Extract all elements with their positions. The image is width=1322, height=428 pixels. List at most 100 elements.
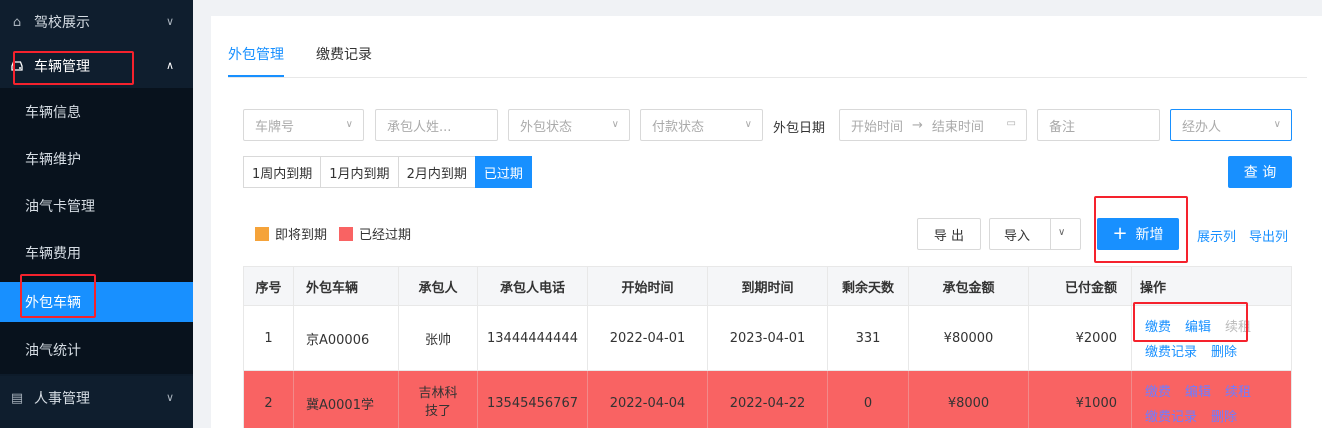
menu-group-label: 车辆管理: [34, 59, 90, 75]
chevron-down-icon[interactable]: ∨: [1058, 227, 1065, 238]
outsource-status-select[interactable]: 外包状态 ∨: [508, 109, 630, 141]
pay-link[interactable]: 缴费: [1145, 316, 1171, 335]
placeholder: 外包状态: [520, 119, 573, 135]
date-range-picker[interactable]: 开始时间 → 结束时间 ▭: [839, 109, 1027, 141]
header-cell: 序号: [244, 267, 294, 305]
sidebar-item-label: 车辆维护: [25, 152, 81, 168]
row-actions: 缴费 编辑 续租 缴费记录 删除: [1131, 306, 1293, 370]
sidebar: ⌂ 驾校展示 ∨ 车辆管理 ∧ 车辆信息 车辆维护 油气卡管理 车辆费用 外包车…: [0, 0, 193, 428]
cell-days: 331: [828, 306, 909, 370]
cell-paid: ¥1000: [1029, 371, 1132, 428]
calendar-icon: ▭: [1006, 118, 1016, 129]
range-1-month[interactable]: 1月内到期: [320, 156, 399, 188]
main-panel: 外包管理 缴费记录 车牌号 ∨ 承包人姓... 外包状态 ∨ 付款状态 ∨ 外包…: [211, 16, 1322, 428]
export-columns-link[interactable]: 导出列: [1249, 226, 1288, 245]
add-label: 新增: [1135, 227, 1164, 243]
chevron-down-icon: ∨: [165, 390, 175, 404]
sidebar-item-vehicle-maintenance[interactable]: 车辆维护: [0, 135, 193, 183]
delete-link[interactable]: 删除: [1211, 406, 1237, 425]
table-row: 1 京A00006 张帅 13444444444 2022-04-01 2023…: [243, 306, 1292, 371]
header-cell: 开始时间: [588, 267, 708, 305]
legend: 即将到期 已经过期: [255, 224, 411, 243]
header-cell: 到期时间: [708, 267, 828, 305]
edit-link[interactable]: 编辑: [1185, 381, 1211, 400]
header-cell: 操作: [1140, 280, 1167, 296]
start-date-placeholder: 开始时间: [851, 119, 904, 135]
chevron-down-icon: ∨: [744, 119, 752, 130]
menu-group-hr[interactable]: ▤ 人事管理 ∨: [0, 376, 193, 420]
pay-link[interactable]: 缴费: [1145, 381, 1171, 400]
remark-input[interactable]: 备注: [1037, 109, 1160, 141]
import-label: 导入: [1004, 228, 1031, 244]
range-1-week[interactable]: 1周内到期: [243, 156, 322, 188]
sidebar-item-label: 外包车辆: [25, 295, 81, 311]
header-cell: 剩余天数: [828, 267, 909, 305]
placeholder: 备注: [1049, 119, 1076, 135]
car-icon: [9, 58, 25, 74]
edit-link[interactable]: 编辑: [1185, 316, 1211, 335]
import-button[interactable]: 导入 ∨: [989, 218, 1081, 250]
sidebar-item-label: 车辆费用: [25, 246, 81, 262]
cell-days: 0: [828, 371, 909, 428]
home-icon: ⌂: [12, 14, 22, 30]
show-columns-link[interactable]: 展示列: [1197, 226, 1236, 245]
range-2-months[interactable]: 2月内到期: [397, 156, 476, 188]
menu-group-driving-school[interactable]: ⌂ 驾校展示 ∨: [0, 0, 193, 44]
range-expired[interactable]: 已过期: [474, 156, 532, 188]
plate-select[interactable]: 车牌号 ∨: [243, 109, 364, 141]
sidebar-item-outsourced-vehicles[interactable]: 外包车辆: [0, 282, 193, 322]
cell-phone: 13545456767: [478, 371, 588, 428]
delete-link[interactable]: 删除: [1211, 341, 1237, 360]
tab-payment-records[interactable]: 缴费记录: [316, 44, 372, 77]
cell-start: 2022-04-04: [588, 371, 708, 428]
placeholder: 付款状态: [652, 119, 705, 135]
chevron-up-icon: ∧: [165, 58, 175, 72]
cell-contractor: 张帅: [399, 306, 478, 370]
menu-group-label: 驾校展示: [34, 15, 90, 31]
range-arrow-icon: →: [912, 117, 923, 133]
cell-vehicle: 京A00006: [294, 306, 399, 370]
split-divider: [1050, 219, 1051, 249]
sidebar-item-vehicle-info[interactable]: 车辆信息: [0, 88, 193, 136]
cell-phone: 13444444444: [478, 306, 588, 370]
end-date-placeholder: 结束时间: [931, 119, 984, 135]
payment-records-link[interactable]: 缴费记录: [1145, 341, 1197, 360]
sidebar-item-vehicle-costs[interactable]: 车辆费用: [0, 229, 193, 277]
legend-swatch-expired: [339, 226, 354, 241]
tab-outsource-management[interactable]: 外包管理: [228, 44, 284, 77]
date-range-label: 外包日期: [773, 121, 826, 136]
handler-select[interactable]: 经办人 ∨: [1170, 109, 1292, 141]
sidebar-item-fuel-stats[interactable]: 油气统计: [0, 326, 193, 374]
legend-label-expiring: 即将到期: [275, 228, 328, 243]
payment-records-link[interactable]: 缴费记录: [1145, 406, 1197, 425]
cell-contractor: 吉林科技了: [399, 371, 478, 428]
cell-amount: ¥80000: [909, 306, 1029, 370]
menu-group-label: 人事管理: [34, 391, 90, 407]
chevron-down-icon: ∨: [611, 119, 619, 130]
legend-label-expired: 已经过期: [359, 228, 412, 243]
renew-link[interactable]: 续租: [1225, 381, 1251, 400]
cell-end: 2023-04-01: [708, 306, 828, 370]
chevron-down-icon: ∨: [1273, 119, 1281, 130]
vehicle-submenu: 车辆信息 车辆维护 油气卡管理 车辆费用 外包车辆 油气统计: [0, 88, 193, 374]
export-button[interactable]: 导 出: [917, 218, 981, 250]
header-cell: 已付金额: [1029, 267, 1132, 305]
cell-start: 2022-04-01: [588, 306, 708, 370]
menu-group-vehicle-management[interactable]: 车辆管理 ∧: [0, 44, 193, 88]
sidebar-item-label: 油气统计: [25, 343, 81, 359]
add-button[interactable]: + 新增: [1097, 218, 1179, 250]
plus-icon: +: [1112, 223, 1128, 244]
contractor-input[interactable]: 承包人姓...: [375, 109, 498, 141]
query-button[interactable]: 查 询: [1228, 156, 1292, 188]
chevron-down-icon: ∨: [345, 119, 353, 130]
cell-no: 2: [244, 371, 294, 428]
header-cell: 承包人: [399, 267, 478, 305]
cell-no: 1: [244, 306, 294, 370]
payment-status-select[interactable]: 付款状态 ∨: [640, 109, 763, 141]
header-cell: 承包金额: [909, 267, 1029, 305]
sidebar-item-label: 油气卡管理: [25, 199, 95, 215]
cell-amount: ¥8000: [909, 371, 1029, 428]
row-actions: 缴费 编辑 续租 缴费记录 删除: [1131, 371, 1293, 428]
placeholder: 经办人: [1182, 119, 1222, 135]
sidebar-item-fuel-card[interactable]: 油气卡管理: [0, 182, 193, 230]
